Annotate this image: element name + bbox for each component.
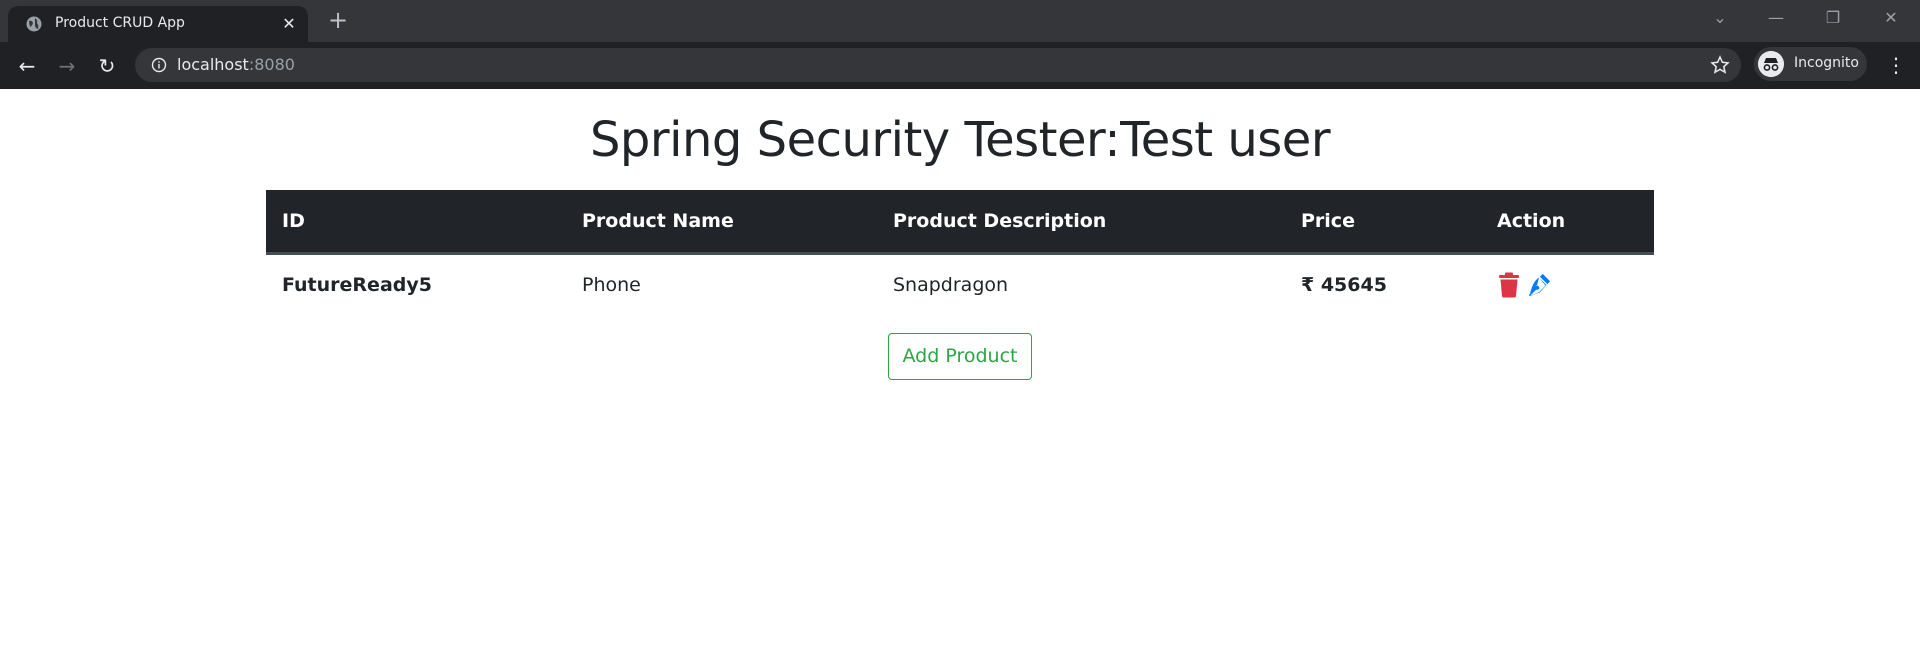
address-bar[interactable]: localhost:8080 (135, 48, 1741, 82)
incognito-profile-button[interactable]: Incognito (1754, 47, 1867, 81)
edit-pen-icon[interactable] (1527, 272, 1551, 298)
bookmark-star-icon[interactable] (1710, 55, 1730, 75)
cell-product-description: Snapdragon (893, 273, 1009, 296)
incognito-icon (1758, 51, 1784, 77)
cell-action (1481, 253, 1654, 315)
header-price: Price (1285, 190, 1481, 255)
cell-product-name: Phone (582, 273, 641, 296)
forward-icon[interactable]: → (54, 53, 80, 79)
browser-toolbar: ← → ↻ localhost:8080 Incognito ⋮ (0, 42, 1920, 89)
tab-strip: Product CRUD App ✕ + ⌄ — ❐ ✕ (0, 0, 1920, 42)
table-row: FutureReady5 Phone Snapdragon ₹ 45645 (266, 253, 1654, 315)
cell-id: FutureReady5 (282, 273, 432, 296)
table-header-row: ID Product Name Product Description Pric… (266, 190, 1654, 255)
url-host: localhost (177, 55, 249, 74)
globe-icon (26, 16, 42, 32)
url-port: :8080 (248, 55, 295, 74)
add-product-button[interactable]: Add Product (888, 333, 1032, 380)
row-actions (1497, 272, 1638, 298)
cell-price: ₹ 45645 (1301, 273, 1387, 296)
restore-icon[interactable]: ❐ (1818, 6, 1848, 30)
browser-chrome: Product CRUD App ✕ + ⌄ — ❐ ✕ ← → ↻ local… (0, 0, 1920, 89)
page-content: Spring Security Tester:Test user ID Prod… (0, 89, 1920, 668)
close-tab-icon[interactable]: ✕ (279, 14, 299, 34)
incognito-label: Incognito (1794, 55, 1859, 71)
url-text: localhost:8080 (177, 55, 295, 74)
browser-menu-icon[interactable]: ⋮ (1886, 52, 1906, 78)
tab-active[interactable]: Product CRUD App ✕ (8, 6, 308, 42)
delete-trash-icon[interactable] (1497, 272, 1521, 298)
header-id: ID (266, 190, 566, 255)
reload-icon[interactable]: ↻ (94, 53, 120, 79)
tab-title: Product CRUD App (55, 15, 185, 31)
tab-search-icon[interactable]: ⌄ (1705, 6, 1735, 30)
minimize-icon[interactable]: — (1761, 6, 1791, 30)
header-product-description: Product Description (877, 190, 1285, 255)
header-product-name: Product Name (566, 190, 877, 255)
back-icon[interactable]: ← (14, 53, 40, 79)
new-tab-button[interactable]: + (325, 8, 351, 34)
page-title: Spring Security Tester:Test user (589, 112, 1331, 168)
close-window-icon[interactable]: ✕ (1876, 6, 1906, 30)
products-table: ID Product Name Product Description Pric… (266, 190, 1654, 315)
info-icon[interactable] (151, 57, 167, 73)
header-action: Action (1481, 190, 1654, 255)
